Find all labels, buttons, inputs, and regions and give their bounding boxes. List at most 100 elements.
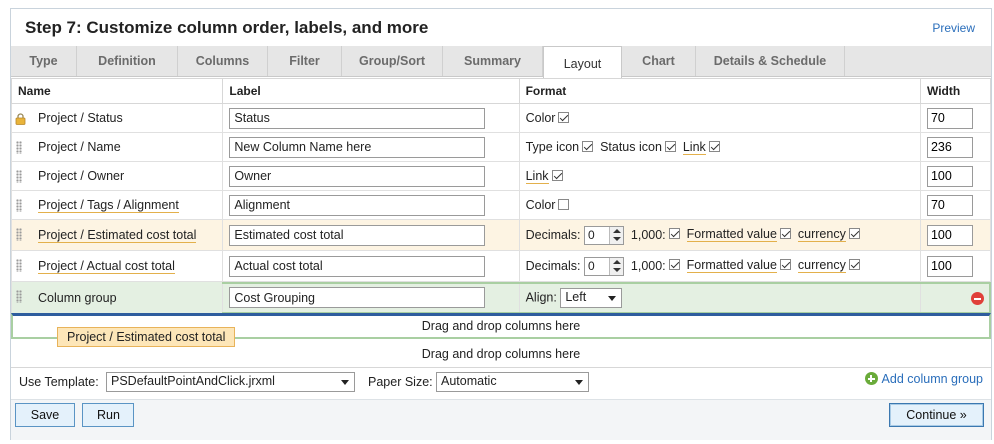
layout-table: Name Label Format Width Project / Status: [10, 78, 992, 314]
drag-handle-icon[interactable]: [16, 259, 22, 272]
label-input[interactable]: [229, 165, 486, 187]
remove-icon[interactable]: [970, 291, 984, 305]
name-cell: Project / Tags / Alignment: [10, 190, 224, 220]
save-button[interactable]: Save: [15, 403, 75, 427]
thousands-label: 1,000:: [630, 227, 666, 242]
currency-checkbox[interactable]: [848, 228, 860, 240]
thousands-label: 1,000:: [630, 258, 666, 273]
status-icon-label: Status icon: [600, 140, 662, 154]
width-input[interactable]: [926, 107, 973, 129]
formatted-value-label: Formatted value: [686, 258, 777, 274]
width-input[interactable]: [926, 165, 973, 187]
thousands-checkbox[interactable]: [668, 228, 680, 240]
table-row: Project / Owner Link: [10, 161, 992, 191]
link-label: Link: [682, 140, 706, 155]
drag-handle-icon[interactable]: [16, 141, 22, 154]
stepper-arrows-icon[interactable]: [608, 226, 623, 244]
link-checkbox[interactable]: [708, 141, 720, 152]
column-name: Project / Estimated cost total: [38, 228, 197, 243]
paper-size-label: Paper Size:: [368, 375, 433, 389]
column-group-row: Column group Align: Left: [10, 281, 992, 314]
column-name: Project / Status: [38, 111, 123, 125]
column-header-format: Format: [518, 78, 921, 104]
column-header-name: Name: [10, 78, 224, 104]
continue-button[interactable]: Continue »: [889, 403, 984, 427]
table-row: Project / Tags / Alignment Color: [10, 190, 992, 220]
align-select[interactable]: Left: [560, 287, 623, 308]
label-input[interactable]: [229, 287, 486, 308]
status-icon-checkbox[interactable]: [664, 141, 676, 152]
name-cell: Project / Status: [10, 103, 224, 133]
align-label: Align:: [525, 289, 557, 304]
button-bar: Save Run Continue »: [11, 399, 991, 440]
column-header-label: Label: [222, 78, 520, 104]
label-cell: [222, 161, 520, 191]
column-header-width: Width: [919, 78, 992, 104]
tab-filter[interactable]: Filter: [268, 46, 342, 76]
drag-handle-icon[interactable]: [16, 170, 22, 183]
add-column-group-button[interactable]: Add column group: [864, 372, 983, 386]
dragging-column-chip[interactable]: Project / Estimated cost total: [57, 327, 236, 347]
drag-handle-icon[interactable]: [16, 199, 22, 212]
drag-handle-icon[interactable]: [16, 290, 22, 303]
width-input[interactable]: [926, 224, 973, 246]
label-input[interactable]: [229, 255, 486, 277]
page-title: Step 7: Customize column order, labels, …: [25, 18, 429, 37]
decimals-stepper[interactable]: 0: [583, 256, 624, 276]
width-input[interactable]: [926, 136, 973, 158]
currency-label: currency: [797, 227, 846, 243]
label-input[interactable]: [229, 107, 486, 129]
wizard-panel: Step 7: Customize column order, labels, …: [10, 8, 992, 440]
width-input[interactable]: [926, 194, 973, 216]
formatted-value-label: Formatted value: [686, 227, 777, 243]
link-label: Link: [525, 169, 549, 184]
chevron-down-icon: [341, 380, 349, 385]
color-label: Color: [525, 111, 556, 125]
color-checkbox[interactable]: [558, 112, 570, 123]
label-input[interactable]: [229, 136, 486, 158]
table-row-highlighted: Project / Estimated cost total Decimals:…: [10, 219, 992, 251]
drag-handle-icon[interactable]: [16, 228, 22, 241]
tab-layout[interactable]: Layout: [543, 46, 622, 79]
decimals-label: Decimals:: [525, 227, 581, 242]
align-value: Left: [565, 289, 587, 304]
currency-checkbox[interactable]: [848, 259, 860, 271]
decimals-stepper[interactable]: 0: [583, 225, 624, 245]
label-input[interactable]: [229, 194, 486, 216]
table-row: Project / Name Type icon Status icon Lin…: [10, 132, 992, 162]
tab-summary[interactable]: Summary: [443, 46, 543, 76]
format-cell: Decimals: 0 1,000: Formatted value curre…: [518, 219, 921, 251]
tab-group-sort[interactable]: Group/Sort: [342, 46, 443, 76]
format-cell: Decimals: 0 1,000: Formatted value curre…: [518, 250, 921, 282]
name-cell: Project / Estimated cost total: [10, 219, 224, 251]
link-checkbox[interactable]: [551, 170, 563, 181]
decimals-value: 0: [587, 258, 595, 273]
width-cell: [919, 281, 992, 314]
run-button[interactable]: Run: [82, 403, 134, 427]
stepper-arrows-icon[interactable]: [608, 257, 623, 275]
tab-details-schedule[interactable]: Details & Schedule: [696, 46, 845, 76]
thousands-checkbox[interactable]: [668, 259, 680, 271]
template-select[interactable]: PSDefaultPointAndClick.jrxml: [106, 372, 355, 392]
template-value: PSDefaultPointAndClick.jrxml: [111, 374, 275, 388]
paper-size-select[interactable]: Automatic: [436, 372, 589, 392]
tab-definition[interactable]: Definition: [77, 46, 178, 76]
formatted-value-checkbox[interactable]: [779, 228, 791, 240]
label-input[interactable]: [229, 224, 486, 246]
type-icon-checkbox[interactable]: [582, 141, 594, 152]
tab-columns[interactable]: Columns: [178, 46, 268, 76]
label-cell: [222, 132, 520, 162]
formatted-value-checkbox[interactable]: [779, 259, 791, 271]
color-checkbox[interactable]: [558, 199, 570, 210]
width-cell: [919, 103, 992, 133]
width-input[interactable]: [926, 255, 973, 277]
tab-chart[interactable]: Chart: [622, 46, 696, 76]
width-cell: [919, 161, 992, 191]
color-label: Color: [525, 198, 556, 212]
format-cell: Type icon Status icon Link: [518, 132, 921, 162]
tab-type[interactable]: Type: [11, 46, 77, 76]
wizard-header: Step 7: Customize column order, labels, …: [11, 9, 991, 45]
preview-link[interactable]: Preview: [932, 21, 975, 35]
label-cell: [222, 250, 520, 282]
table-row: Project / Actual cost total Decimals: 0 …: [10, 250, 992, 282]
